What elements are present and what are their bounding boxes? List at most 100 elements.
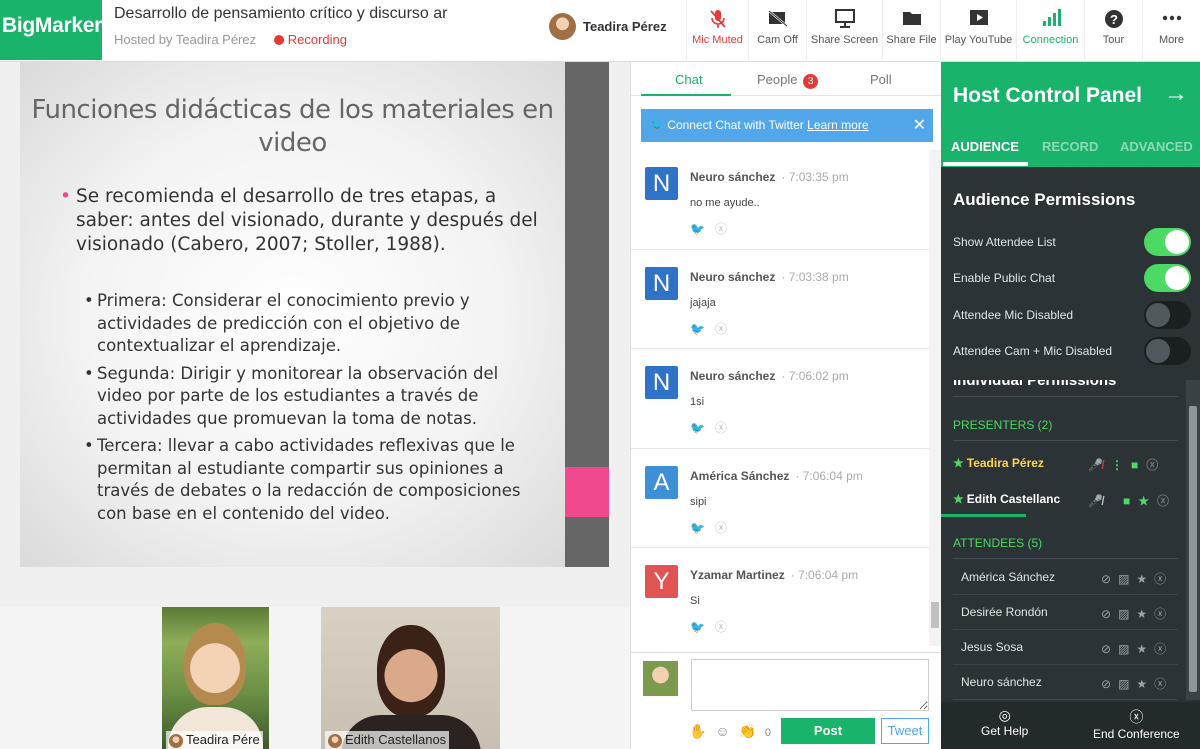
cam-icon[interactable]: ■ [1131, 458, 1138, 472]
twitter-icon[interactable]: 🐦 [690, 322, 705, 336]
more-dots-icon [1143, 0, 1200, 34]
tweet-button[interactable]: Tweet [881, 718, 929, 744]
tab-advanced[interactable]: ADVANCED [1120, 139, 1193, 154]
cam-button[interactable]: Cam Off [748, 0, 806, 60]
end-conference-button[interactable]: ⓧ End Conference [1093, 707, 1180, 741]
delete-icon[interactable]: ⓧ [715, 222, 727, 236]
webcam-tile[interactable]: Teadira Pére [162, 607, 269, 749]
remove-icon[interactable]: ⓧ [1157, 492, 1169, 509]
get-help-button[interactable]: ◎ Get Help [981, 707, 1028, 738]
share-screen-button[interactable]: Share Screen [806, 0, 882, 60]
star-icon[interactable]: ★ [1136, 572, 1147, 586]
delete-icon[interactable]: ⓧ [715, 421, 727, 435]
mic-icon[interactable]: ⋮ [1111, 458, 1123, 472]
mic-off-icon[interactable]: ⊘ [1101, 607, 1111, 621]
play-youtube-button[interactable]: Play YouTube [940, 0, 1016, 60]
current-user[interactable]: Teadira Pérez [549, 13, 667, 41]
mic-off-icon[interactable]: ⊘ [1101, 677, 1111, 691]
share-file-button[interactable]: Share File [882, 0, 940, 60]
message-text: no me ayude.. [690, 197, 760, 209]
mic-off-icon[interactable]: ⊘ [1101, 572, 1111, 586]
twitter-icon[interactable]: 🐦 [690, 620, 705, 634]
tab-poll[interactable]: Poll [870, 72, 892, 87]
delete-icon[interactable]: ⓧ [715, 521, 727, 535]
close-icon[interactable]: ✕ [913, 109, 926, 142]
twitter-icon[interactable]: 🐦 [690, 222, 705, 236]
tab-audience[interactable]: AUDIENCE [951, 139, 1019, 154]
emoji-icon[interactable]: ☺ [715, 723, 729, 739]
webcam-tile[interactable]: Edith Castellanos [321, 607, 500, 749]
mic-off-icon[interactable]: ⊘ [1101, 642, 1111, 656]
tour-label: Tour [1102, 34, 1125, 46]
applause-icon[interactable]: 👏 [739, 723, 756, 739]
message-actions: 🐦 ⓧ [690, 220, 737, 237]
chat-message-input[interactable] [691, 659, 929, 711]
tour-button[interactable]: ? Tour [1084, 0, 1142, 60]
attendee-row[interactable]: Neuro sánchez ⊘ ▨ ★ ⓧ [953, 665, 1178, 700]
twitter-connect-bar[interactable]: 🐦 Connect Chat with Twitter Learn more ✕ [641, 109, 933, 142]
participant-scrollbar[interactable] [1186, 380, 1200, 700]
twitter-icon[interactable]: 🐦 [690, 521, 705, 535]
cam-off-icon[interactable]: ▨ [1118, 572, 1129, 586]
arrow-right-icon[interactable]: → [1164, 80, 1188, 108]
remove-icon[interactable]: ⓧ [1154, 642, 1166, 656]
scrollbar-thumb[interactable] [931, 602, 939, 628]
attendee-cam-mic-disabled-toggle[interactable] [1144, 337, 1191, 365]
cam-icon[interactable]: ■ [1123, 494, 1130, 508]
mic-muted-icon[interactable]: 🎤̸ [1088, 494, 1103, 508]
message-time: · 7:03:35 pm [781, 170, 849, 184]
remove-icon[interactable]: ⓧ [1146, 456, 1158, 473]
star-icon[interactable]: ★ [1136, 642, 1147, 656]
star-icon[interactable]: ★ [1138, 494, 1149, 508]
presenters-title: PRESENTERS (2) [953, 418, 1053, 432]
host-footer: ◎ Get Help ⓧ End Conference [941, 702, 1200, 749]
delete-icon[interactable]: ⓧ [715, 620, 727, 634]
show-attendee-list-toggle[interactable] [1144, 228, 1191, 256]
avatar [643, 661, 678, 696]
enable-public-chat-toggle[interactable] [1144, 264, 1191, 292]
avatar [169, 734, 183, 748]
mic-button[interactable]: Mic Muted [686, 0, 748, 60]
permission-label: Attendee Mic Disabled [953, 308, 1074, 322]
tab-people[interactable]: People 3 [757, 72, 819, 89]
twitter-icon[interactable]: 🐦 [690, 421, 705, 435]
post-button[interactable]: Post [781, 718, 875, 744]
attendee-row[interactable]: América Sánchez ⊘ ▨ ★ ⓧ [953, 560, 1178, 595]
star-icon[interactable]: ★ [1136, 607, 1147, 621]
bullet-icon: • [84, 363, 94, 383]
tab-record[interactable]: RECORD [1042, 139, 1098, 154]
scrollbar-thumb[interactable] [1189, 406, 1197, 692]
presenter-row[interactable]: ★ Teadira Pérez 🎤̸ ⋮ ■ ⓧ [953, 456, 1178, 473]
avatar [549, 13, 576, 40]
remove-icon[interactable]: ⓧ [1154, 607, 1166, 621]
remove-icon[interactable]: ⓧ [1154, 572, 1166, 586]
divider [953, 558, 1178, 559]
message-actions: 🐦 ⓧ [690, 320, 737, 337]
bigmarker-logo[interactable]: BigMarker [0, 0, 102, 60]
mic-muted-icon[interactable]: 🎤̸ [1088, 458, 1103, 472]
cam-off-icon[interactable]: ▨ [1118, 677, 1129, 691]
attendee-controls: ⊘ ▨ ★ ⓧ [1101, 570, 1173, 587]
chat-composer: ✋ ☺ 👏 0 Post Tweet [631, 652, 942, 749]
chat-scrollbar[interactable] [929, 150, 941, 646]
recording-label: Recording [287, 32, 348, 47]
delete-icon[interactable]: ⓧ [715, 322, 727, 336]
slide-sub-bullet: • Segunda: Dirigir y monitorear la observ… [84, 363, 524, 431]
star-icon[interactable]: ★ [1136, 677, 1147, 691]
close-circle-icon: ⓧ [1129, 709, 1144, 725]
attendee-row[interactable]: Jesus Sosa ⊘ ▨ ★ ⓧ [953, 630, 1178, 665]
active-tab-indicator [641, 94, 731, 96]
attendee-row[interactable]: Desirée Rondón ⊘ ▨ ★ ⓧ [953, 595, 1178, 630]
hand-raise-icon[interactable]: ✋ [689, 723, 706, 739]
cam-off-icon[interactable]: ▨ [1118, 607, 1129, 621]
presenter-row[interactable]: ★ Edith Castellanc 🎤̸ ■ ★ ⓧ [953, 492, 1178, 509]
connection-button[interactable]: Connection [1016, 0, 1084, 60]
cam-off-icon[interactable]: ▨ [1118, 642, 1129, 656]
tab-chat[interactable]: Chat [675, 72, 702, 87]
message-avatar: N [645, 167, 678, 200]
remove-icon[interactable]: ⓧ [1154, 677, 1166, 691]
attendee-mic-disabled-toggle[interactable] [1144, 301, 1191, 329]
learn-more-link[interactable]: Learn more [807, 118, 868, 132]
message-avatar: N [645, 266, 678, 300]
more-button[interactable]: More [1142, 0, 1200, 60]
